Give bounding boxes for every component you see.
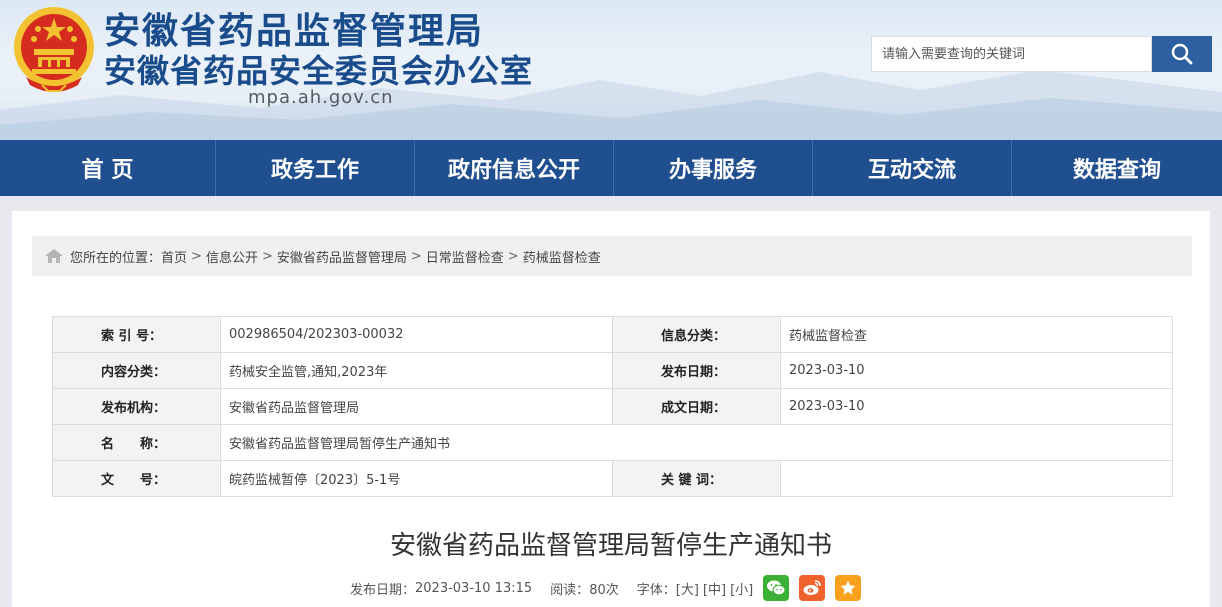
created-date-label: 成文日期： [612, 388, 781, 425]
org-value: 安徽省药品监督管理局 [220, 388, 613, 425]
publish-datetime: 2023-03-10 13:15 [415, 580, 533, 596]
reads-value: 80次 [589, 582, 619, 598]
search-button[interactable] [1152, 36, 1212, 72]
keywords-value [780, 460, 1173, 497]
site-domain: mpa.ah.gov.cn [248, 87, 394, 108]
breadcrumb-prefix: 您所在的位置： [70, 250, 162, 266]
breadcrumb-separator: > [191, 248, 202, 264]
breadcrumb-bureau[interactable]: 安徽省药品监督管理局 [277, 247, 407, 266]
nav-item-data-query[interactable]: 数据查询 [1012, 140, 1222, 196]
nav-item-government-work[interactable]: 政务工作 [216, 140, 415, 196]
star-icon [839, 579, 857, 597]
font-size-label: 字体： [636, 582, 676, 598]
national-emblem-icon [12, 5, 96, 93]
site-subtitle: 安徽省药品安全委员会办公室 [104, 52, 534, 90]
category-label: 信息分类： [612, 316, 781, 353]
table-row: 文 号： 皖药监械暂停〔2023〕5-1号 关 键 词： [52, 460, 1173, 497]
nav-item-interaction[interactable]: 互动交流 [813, 140, 1012, 196]
index-value: 002986504/202303-00032 [220, 316, 613, 353]
font-large-button[interactable]: [大] [676, 579, 699, 598]
search-icon [1170, 42, 1194, 66]
article-meta: 发布日期： 2023-03-10 13:15 阅读： 80次 字体： [大] [… [350, 574, 862, 602]
search-input[interactable] [871, 36, 1152, 72]
nav-item-services[interactable]: 办事服务 [614, 140, 813, 196]
breadcrumb-separator: > [507, 248, 519, 264]
site-header: 安徽省药品监督管理局 安徽省药品安全委员会办公室 mpa.ah.gov.cn [0, 0, 1222, 140]
weibo-icon [802, 579, 822, 597]
wechat-share-button[interactable] [763, 575, 790, 601]
org-label: 发布机构： [52, 388, 221, 425]
nav-item-home[interactable]: 首 页 [0, 140, 216, 196]
article-title: 安徽省药品监督管理局暂停生产通知书 [389, 531, 832, 561]
weibo-share-button[interactable] [799, 575, 826, 601]
reads-label: 阅读： [550, 582, 590, 598]
main-nav: 首 页 政务工作 政府信息公开 办事服务 互动交流 数据查询 [0, 140, 1222, 196]
publish-label: 发布日期： [350, 582, 416, 598]
font-small-button[interactable]: [小] [730, 579, 753, 598]
category-value: 药械监督检查 [780, 316, 1173, 353]
created-date-value: 2023-03-10 [780, 388, 1173, 425]
publish-date-value: 2023-03-10 [780, 352, 1173, 389]
publish-date-label: 发布日期： [612, 352, 781, 389]
wechat-icon [766, 579, 786, 597]
breadcrumb-info-disclosure[interactable]: 信息公开 [206, 247, 258, 266]
breadcrumb-separator: > [261, 248, 273, 264]
home-icon [44, 248, 64, 264]
table-row: 内容分类： 药械安全监管,通知,2023年 发布日期： 2023-03-10 [52, 352, 1173, 389]
doc-number-label: 文 号： [52, 460, 221, 497]
font-medium-button[interactable]: [中] [703, 579, 726, 598]
name-label: 名 称： [52, 424, 221, 461]
index-label: 索 引 号： [52, 316, 221, 353]
search-box [871, 36, 1212, 72]
content-panel: 您所在的位置： 首页 > 信息公开 > 安徽省药品监督管理局 > 日常监督检查 … [12, 211, 1210, 607]
breadcrumb-separator: > [410, 248, 422, 264]
breadcrumb: 您所在的位置： 首页 > 信息公开 > 安徽省药品监督管理局 > 日常监督检查 … [32, 236, 1192, 276]
keywords-label: 关 键 词： [612, 460, 781, 497]
favorite-button[interactable] [835, 575, 862, 601]
content-category-label: 内容分类： [52, 352, 221, 389]
table-row: 名 称： 安徽省药品监督管理局暂停生产通知书 [52, 424, 1173, 461]
table-row: 索 引 号： 002986504/202303-00032 信息分类： 药械监督… [52, 316, 1173, 353]
document-meta-table: 索 引 号： 002986504/202303-00032 信息分类： 药械监督… [52, 316, 1173, 497]
breadcrumb-device-inspection[interactable]: 药械监督检查 [523, 247, 601, 266]
nav-item-info-disclosure[interactable]: 政府信息公开 [415, 140, 614, 196]
content-category-value: 药械安全监管,通知,2023年 [220, 352, 613, 389]
breadcrumb-home[interactable]: 首页 [161, 247, 187, 266]
breadcrumb-daily-inspection[interactable]: 日常监督检查 [426, 247, 504, 266]
name-value: 安徽省药品监督管理局暂停生产通知书 [220, 424, 1173, 461]
table-row: 发布机构： 安徽省药品监督管理局 成文日期： 2023-03-10 [52, 388, 1173, 425]
doc-number-value: 皖药监械暂停〔2023〕5-1号 [220, 460, 613, 497]
